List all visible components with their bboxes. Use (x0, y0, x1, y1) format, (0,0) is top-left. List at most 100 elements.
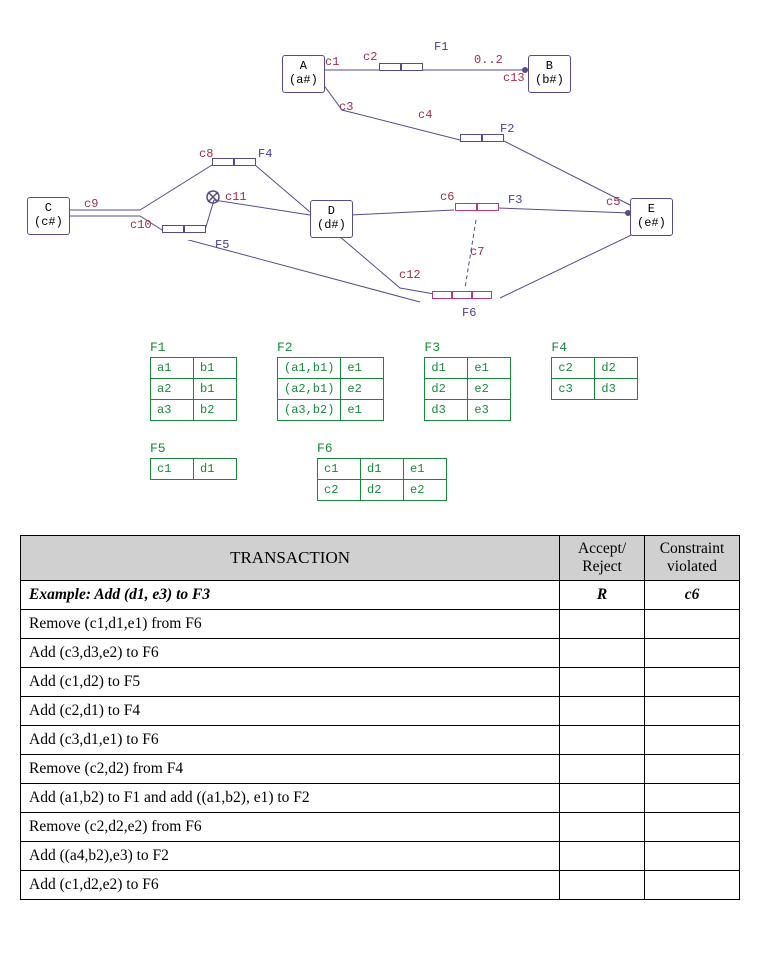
header-accept-reject: Accept/ Reject (560, 536, 645, 581)
label-F5: F5 (215, 238, 229, 252)
cell-ar[interactable] (560, 610, 645, 639)
table-cell: d3 (595, 379, 638, 400)
cell-tx: Add (c3,d1,e1) to F6 (21, 726, 560, 755)
table-F4-name: F4 (551, 340, 638, 355)
entity-E-name: E (648, 202, 655, 216)
fact-tables: F1 a1b1 a2b1 a3b2 F2 (a1,b1)e1 (a2,b1)e2… (150, 340, 690, 521)
entity-B-name: B (546, 59, 553, 73)
cell-tx: Remove (c2,d2,e2) from F6 (21, 813, 560, 842)
table-cell: (a2,b1) (278, 379, 341, 400)
table-row: Add ((a4,b2),e3) to F2 (21, 842, 740, 871)
header-transaction: TRANSACTION (21, 536, 560, 581)
cell-cv: c6 (645, 581, 740, 610)
table-cell: d2 (361, 480, 404, 501)
table-F1-name: F1 (150, 340, 237, 355)
label-c3: c3 (339, 100, 353, 114)
label-c2: c2 (363, 50, 377, 64)
cell-tx: Add ((a4,b2),e3) to F2 (21, 842, 560, 871)
table-row: Remove (c1,d1,e1) from F6 (21, 610, 740, 639)
role-F2 (460, 131, 504, 149)
cell-ar[interactable] (560, 755, 645, 784)
cell-cv[interactable] (645, 639, 740, 668)
table-F2: F2 (a1,b1)e1 (a2,b1)e2 (a3,b2)e1 (277, 340, 384, 421)
cell-tx: Add (c1,d2,e2) to F6 (21, 871, 560, 900)
constraint-diagram: A (a#) B (b#) C (c#) D (d#) E (e#) (0, 0, 759, 330)
table-cell: (a1,b1) (278, 358, 341, 379)
label-c8: c8 (199, 147, 213, 161)
entity-C: C (c#) (27, 197, 70, 235)
table-F3: F3 d1e1 d2e2 d3e3 (424, 340, 511, 421)
label-F1: F1 (434, 40, 448, 54)
entity-D-name: D (328, 204, 335, 218)
cell-cv[interactable] (645, 755, 740, 784)
header-constraint-violated: Constraint violated (645, 536, 740, 581)
table-cell: e2 (468, 379, 511, 400)
label-c6: c6 (440, 190, 454, 204)
cell-ar[interactable] (560, 842, 645, 871)
table-cell: a1 (151, 358, 194, 379)
label-c1: c1 (325, 55, 339, 69)
table-cell: c1 (318, 459, 361, 480)
table-row: Add (c2,d1) to F4 (21, 697, 740, 726)
cell-tx: Add (c2,d1) to F4 (21, 697, 560, 726)
role-F3 (455, 200, 499, 218)
table-cell: e1 (341, 400, 384, 421)
cell-ar[interactable] (560, 871, 645, 900)
label-c13: c13 (503, 71, 525, 85)
table-cell: c2 (552, 358, 595, 379)
cell-ar[interactable] (560, 784, 645, 813)
table-row: Add (a1,b2) to F1 and add ((a1,b2), e1) … (21, 784, 740, 813)
diagram-connectors (0, 0, 759, 330)
table-row: Add (c1,d2) to F5 (21, 668, 740, 697)
table-row: Add (c3,d3,e2) to F6 (21, 639, 740, 668)
cell-ar[interactable] (560, 813, 645, 842)
entity-E-id: (e#) (637, 216, 666, 230)
cell-cv[interactable] (645, 842, 740, 871)
table-row: Add (c3,d1,e1) to F6 (21, 726, 740, 755)
cell-tx: Add (a1,b2) to F1 and add ((a1,b2), e1) … (21, 784, 560, 813)
table-cell: e1 (404, 459, 447, 480)
table-cell: d1 (425, 358, 468, 379)
table-cell: e2 (341, 379, 384, 400)
table-cell: d2 (595, 358, 638, 379)
table-cell: b1 (194, 379, 237, 400)
table-F3-name: F3 (424, 340, 511, 355)
table-cell: a2 (151, 379, 194, 400)
entity-E: E (e#) (630, 198, 673, 236)
table-F6-name: F6 (317, 441, 447, 456)
label-F6: F6 (462, 306, 476, 320)
cell-cv[interactable] (645, 697, 740, 726)
cell-ar[interactable] (560, 697, 645, 726)
cell-tx: Remove (c1,d1,e1) from F6 (21, 610, 560, 639)
table-cell: a3 (151, 400, 194, 421)
role-F4 (212, 155, 256, 173)
label-c10: c10 (130, 218, 152, 232)
table-cell: d1 (194, 459, 237, 480)
table-F6: F6 c1 d1 e1 c2 d2 e2 (317, 441, 447, 501)
cell-tx: Add (c3,d3,e2) to F6 (21, 639, 560, 668)
cell-ar[interactable] (560, 639, 645, 668)
cell-tx: Add (c1,d2) to F5 (21, 668, 560, 697)
cell-cv[interactable] (645, 610, 740, 639)
cell-cv[interactable] (645, 668, 740, 697)
cell-cv[interactable] (645, 871, 740, 900)
cell-ar: R (560, 581, 645, 610)
table-F5: F5 c1d1 (150, 441, 237, 501)
cell-ar[interactable] (560, 668, 645, 697)
table-cell: c3 (552, 379, 595, 400)
cell-tx: Remove (c2,d2) from F4 (21, 755, 560, 784)
cell-cv[interactable] (645, 726, 740, 755)
table-cell: e3 (468, 400, 511, 421)
label-F2: F2 (500, 122, 514, 136)
entity-B-id: (b#) (535, 73, 564, 87)
cell-ar[interactable] (560, 726, 645, 755)
entity-D-id: (d#) (317, 218, 346, 232)
entity-C-name: C (45, 201, 52, 215)
cell-cv[interactable] (645, 784, 740, 813)
table-cell: d2 (425, 379, 468, 400)
cell-cv[interactable] (645, 813, 740, 842)
label-c7: c7 (470, 245, 484, 259)
table-cell: e1 (341, 358, 384, 379)
table-cell: e2 (404, 480, 447, 501)
label-multiplicity: 0..2 (474, 53, 503, 67)
